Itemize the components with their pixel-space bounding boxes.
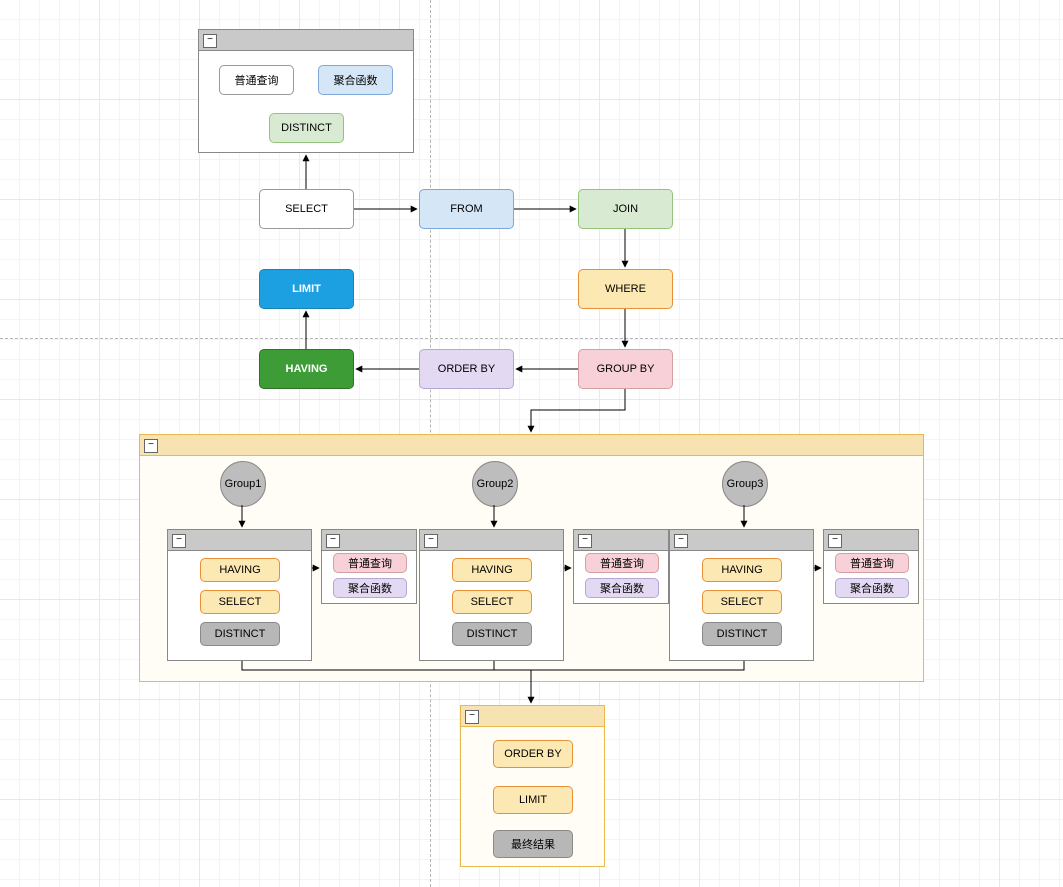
group1-distinct[interactable]: DISTINCT: [200, 622, 280, 646]
node-where[interactable]: WHERE: [578, 269, 673, 309]
node-join[interactable]: JOIN: [578, 189, 673, 229]
group3-side-normalquery[interactable]: 普通查询: [835, 553, 909, 573]
group2-having[interactable]: HAVING: [452, 558, 532, 582]
group2-inner-box[interactable]: − HAVING SELECT DISTINCT: [419, 529, 564, 661]
group3-having[interactable]: HAVING: [702, 558, 782, 582]
node-having[interactable]: HAVING: [259, 349, 354, 389]
node-group3-circle[interactable]: Group3: [722, 461, 768, 507]
final-orderby[interactable]: ORDER BY: [493, 740, 573, 768]
node-group1-circle[interactable]: Group1: [220, 461, 266, 507]
group1-side-box[interactable]: − 普通查询 聚合函数: [321, 529, 417, 604]
node-aggregate[interactable]: 聚合函数: [318, 65, 393, 95]
container-header[interactable]: −: [322, 530, 416, 551]
group3-side-box[interactable]: − 普通查询 聚合函数: [823, 529, 919, 604]
final-result[interactable]: 最终结果: [493, 830, 573, 858]
node-normal-query[interactable]: 普通查询: [219, 65, 294, 95]
group3-side-aggregate[interactable]: 聚合函数: [835, 578, 909, 598]
container-header[interactable]: −: [420, 530, 563, 551]
container-header[interactable]: −: [670, 530, 813, 551]
collapse-toggle[interactable]: −: [144, 439, 158, 453]
guide-horizontal: [0, 338, 1063, 339]
container-header[interactable]: −: [461, 706, 604, 727]
container-final[interactable]: − ORDER BY LIMIT 最终结果: [460, 705, 605, 867]
collapse-toggle[interactable]: −: [465, 710, 479, 724]
group2-side-aggregate[interactable]: 聚合函数: [585, 578, 659, 598]
final-limit[interactable]: LIMIT: [493, 786, 573, 814]
node-distinct[interactable]: DISTINCT: [269, 113, 344, 143]
collapse-toggle[interactable]: −: [674, 534, 688, 548]
node-group2-circle[interactable]: Group2: [472, 461, 518, 507]
container-header[interactable]: −: [140, 435, 923, 456]
group3-inner-box[interactable]: − HAVING SELECT DISTINCT: [669, 529, 814, 661]
container-header[interactable]: −: [824, 530, 918, 551]
group2-select[interactable]: SELECT: [452, 590, 532, 614]
collapse-toggle[interactable]: −: [326, 534, 340, 548]
group1-side-normalquery[interactable]: 普通查询: [333, 553, 407, 573]
group2-side-box[interactable]: − 普通查询 聚合函数: [573, 529, 669, 604]
node-groupby[interactable]: GROUP BY: [578, 349, 673, 389]
collapse-toggle[interactable]: −: [172, 534, 186, 548]
collapse-toggle[interactable]: −: [828, 534, 842, 548]
group3-distinct[interactable]: DISTINCT: [702, 622, 782, 646]
group1-side-aggregate[interactable]: 聚合函数: [333, 578, 407, 598]
node-from[interactable]: FROM: [419, 189, 514, 229]
container-select-expansion[interactable]: − 普通查询 聚合函数 DISTINCT: [198, 29, 414, 153]
group2-distinct[interactable]: DISTINCT: [452, 622, 532, 646]
node-orderby[interactable]: ORDER BY: [419, 349, 514, 389]
group2-side-normalquery[interactable]: 普通查询: [585, 553, 659, 573]
collapse-toggle[interactable]: −: [424, 534, 438, 548]
collapse-toggle[interactable]: −: [578, 534, 592, 548]
node-select[interactable]: SELECT: [259, 189, 354, 229]
group1-having[interactable]: HAVING: [200, 558, 280, 582]
group1-inner-box[interactable]: − HAVING SELECT DISTINCT: [167, 529, 312, 661]
group3-select[interactable]: SELECT: [702, 590, 782, 614]
diagram-canvas[interactable]: − 普通查询 聚合函数 DISTINCT SELECT FROM JOIN LI…: [0, 0, 1063, 887]
container-header[interactable]: −: [168, 530, 311, 551]
collapse-toggle[interactable]: −: [203, 34, 217, 48]
container-header[interactable]: −: [199, 30, 413, 51]
group1-select[interactable]: SELECT: [200, 590, 280, 614]
container-header[interactable]: −: [574, 530, 668, 551]
node-limit[interactable]: LIMIT: [259, 269, 354, 309]
